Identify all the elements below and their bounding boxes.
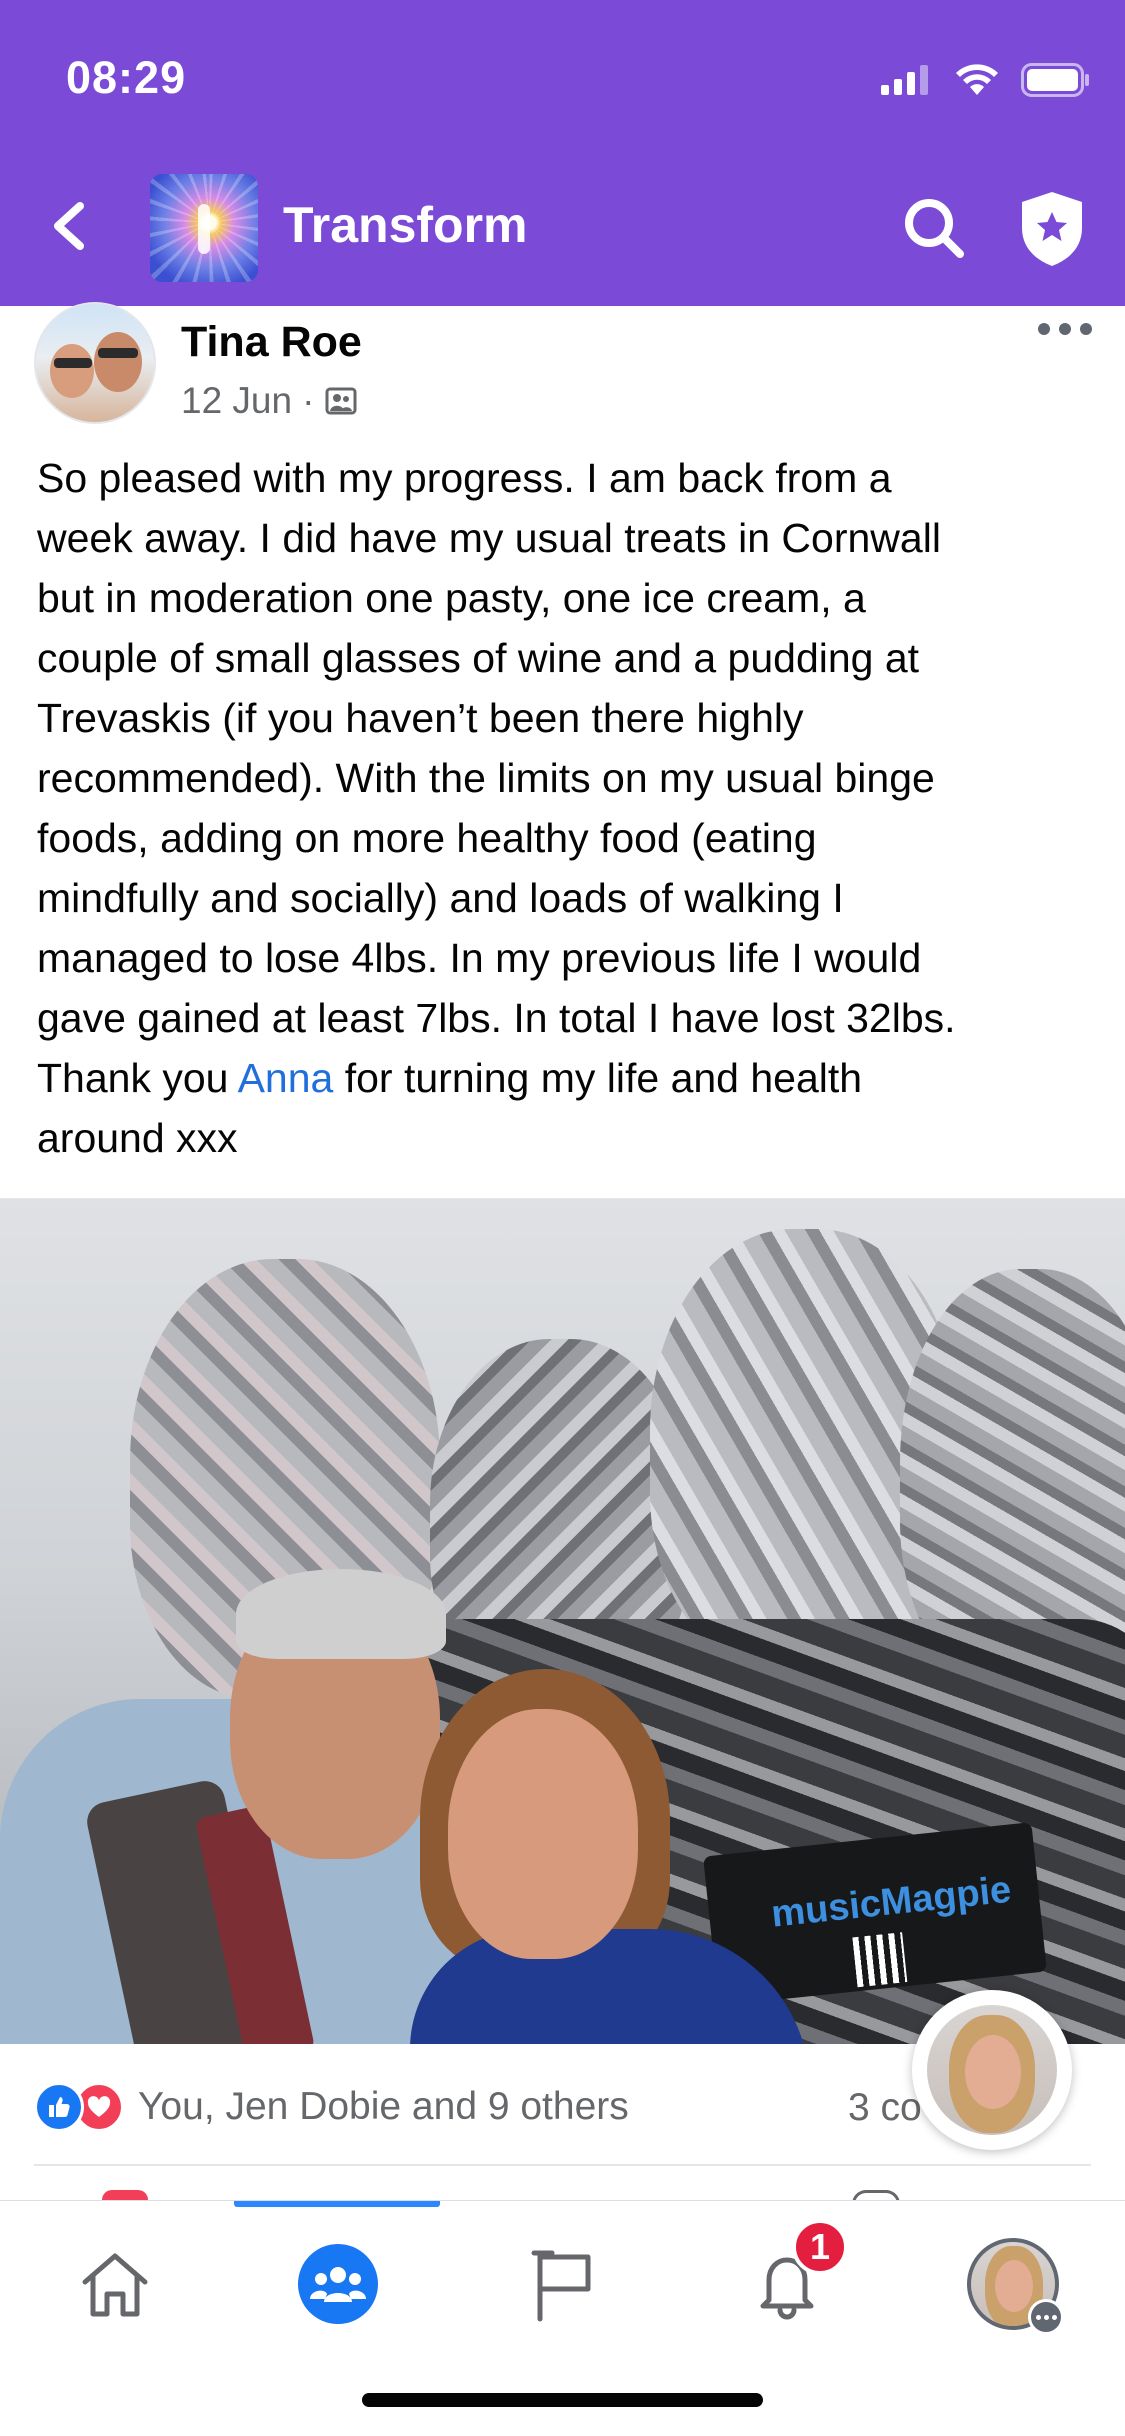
post-line-thanks: Thank you Anna for turning my life and h… xyxy=(37,1048,1097,1108)
post-body: So pleased with my progress. I am back f… xyxy=(37,448,1097,1168)
meta-separator: · xyxy=(302,380,315,421)
post-meta: 12 Jun · xyxy=(181,380,358,422)
author-avatar[interactable] xyxy=(34,302,156,424)
signal-icon xyxy=(881,65,928,95)
mention-link[interactable]: Anna xyxy=(238,1055,334,1101)
post-line: week away. I did have my usual treats in… xyxy=(37,515,941,561)
post-line: mindfully and socially) and loads of wal… xyxy=(37,875,844,921)
chat-head-avatar xyxy=(927,2005,1057,2135)
post-line: couple of small glasses of wine and a pu… xyxy=(37,635,920,681)
thanks-prefix: Thank you xyxy=(37,1055,238,1101)
admin-shield-icon[interactable] xyxy=(1016,188,1088,268)
post-date[interactable]: 12 Jun xyxy=(181,380,292,422)
notification-badge: 1 xyxy=(792,2219,848,2275)
like-reaction-icon xyxy=(34,2082,84,2132)
divider xyxy=(34,2164,1091,2166)
chat-head-bubble[interactable] xyxy=(912,1990,1072,2150)
profile-menu-icon xyxy=(1028,2299,1064,2335)
post-line: gave gained at least 7lbs. In total I ha… xyxy=(37,995,956,1041)
status-time: 08:29 xyxy=(66,52,187,103)
thanks-suffix: for turning my life and health xyxy=(333,1055,863,1101)
post-line: foods, adding on more healthy food (eati… xyxy=(37,815,817,861)
post-options-icon[interactable] xyxy=(1038,316,1094,342)
react-action-peek xyxy=(102,2190,148,2200)
tab-pages[interactable] xyxy=(510,2229,620,2339)
tab-groups[interactable] xyxy=(283,2229,393,2339)
post-line: but in moderation one pasty, one ice cre… xyxy=(37,575,866,621)
tab-home[interactable] xyxy=(60,2229,170,2339)
post-line: Trevaskis (if you haven’t been there hig… xyxy=(37,695,804,741)
post-photo[interactable]: musicMagpie xyxy=(0,1198,1125,2044)
back-arrow-icon[interactable] xyxy=(40,190,100,262)
search-icon[interactable] xyxy=(900,194,968,262)
post-line: managed to lose 4lbs. In my previous lif… xyxy=(37,935,922,981)
home-indicator[interactable] xyxy=(362,2393,763,2407)
wifi-icon xyxy=(956,64,998,95)
top-app-bar: 08:29 Transform xyxy=(0,0,1125,306)
author-name[interactable]: Tina Roe xyxy=(181,318,362,367)
post-line: recommended). With the limits on my usua… xyxy=(37,755,935,801)
comments-text: 3 co xyxy=(848,2086,922,2129)
person-woman xyxy=(390,1669,820,2044)
post-line: So pleased with my progress. I am back f… xyxy=(37,455,892,501)
active-tab-indicator xyxy=(234,2201,440,2207)
groups-icon xyxy=(298,2244,378,2324)
group-audience-icon xyxy=(325,387,357,415)
group-title[interactable]: Transform xyxy=(283,196,528,254)
status-icons xyxy=(881,58,1091,102)
reactions-summary[interactable]: You, Jen Dobie and 9 others xyxy=(34,2082,629,2132)
pages-flag-icon xyxy=(531,2250,591,2322)
group-logo[interactable] xyxy=(150,174,258,282)
reactions-text: You, Jen Dobie and 9 others xyxy=(138,2085,629,2128)
qr-code xyxy=(852,1932,908,1988)
post-line: around xxx xyxy=(37,1115,238,1161)
home-icon xyxy=(82,2253,148,2317)
battery-icon xyxy=(1021,63,1089,97)
